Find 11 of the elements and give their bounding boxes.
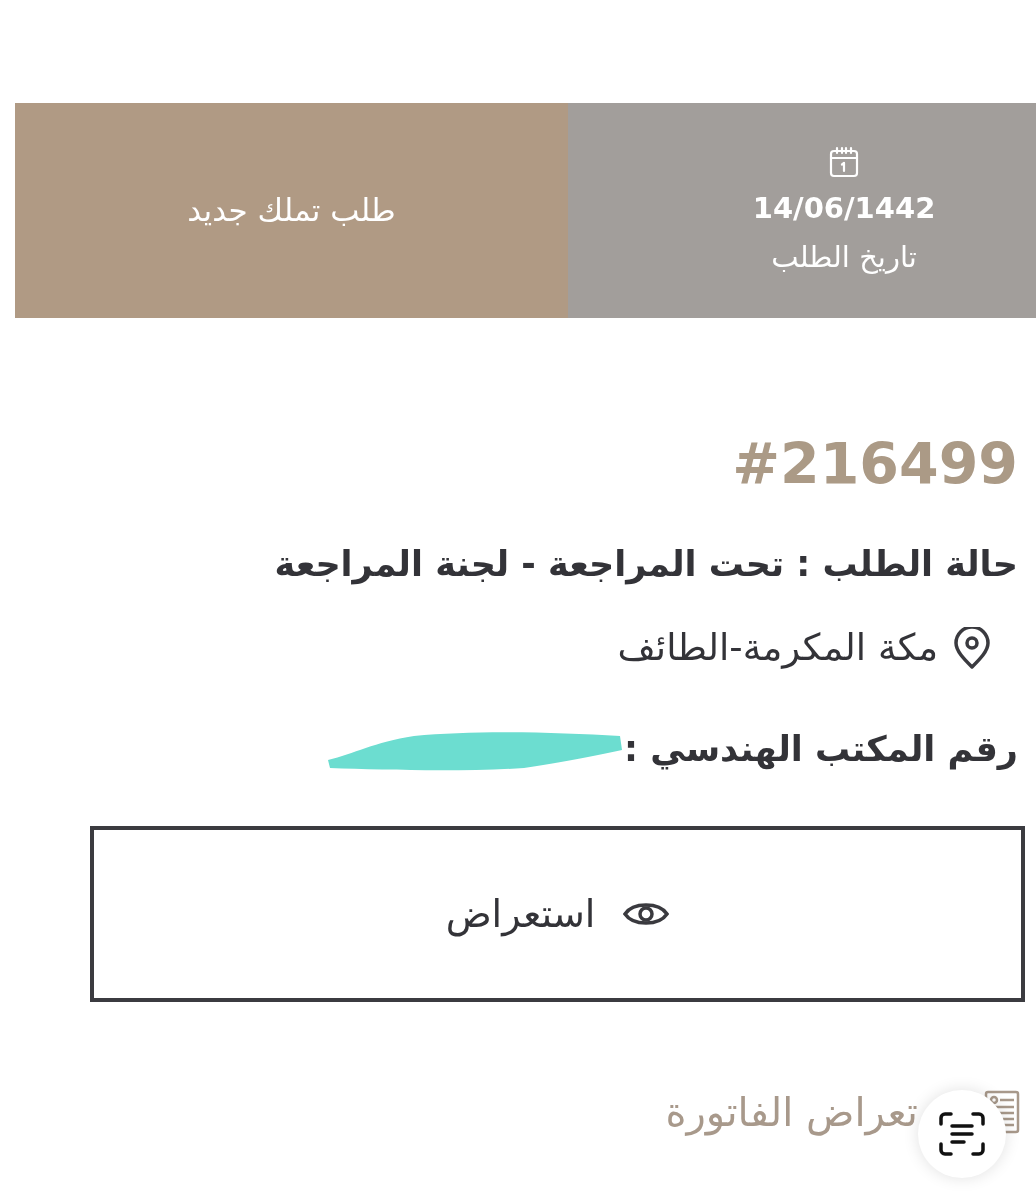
request-date-label: تاريخ الطلب — [771, 238, 917, 275]
request-date: 14/06/1442 — [752, 190, 936, 227]
request-type: طلب تملك جديد — [187, 191, 396, 231]
request-status: حالة الطلب : تحت المراجعة - لجنة المراجعة — [274, 543, 1018, 587]
office-number-label: رقم المكتب الهندسي : — [624, 728, 1018, 772]
location-pin-icon — [954, 626, 990, 669]
location-text: مكة المكرمة-الطائف — [617, 624, 938, 671]
view-button[interactable]: استعراض — [90, 826, 1025, 1002]
calendar-icon — [828, 146, 860, 179]
text-scan-icon — [939, 1112, 985, 1156]
request-number: #216499 — [732, 436, 1018, 493]
